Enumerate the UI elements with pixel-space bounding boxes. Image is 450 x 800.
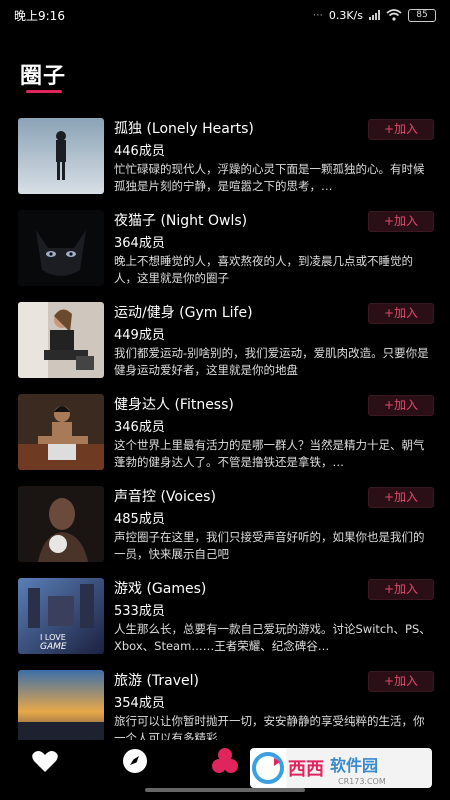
nav-item-discover[interactable] [90, 740, 180, 782]
group-item[interactable]: 健身达人 (Fitness) 346成员 这个世界上里最有活力的是哪一群人？当然… [0, 386, 450, 478]
group-member-count: 485成员 [114, 512, 165, 527]
group-name: 游戏 (Games) [114, 581, 207, 597]
status-time: 晚上9:16 [14, 8, 65, 23]
group-member-count: 449成员 [114, 328, 165, 343]
page-title: 圈子 [20, 64, 67, 89]
group-thumbnail [18, 486, 104, 562]
group-item[interactable]: 夜猫子 (Night Owls) 364成员 晚上不想睡觉的人，喜欢熬夜的人，到… [0, 202, 450, 294]
join-button[interactable]: +加入 [368, 671, 434, 692]
svg-text:西西: 西西 [288, 759, 324, 780]
join-button[interactable]: +加入 [368, 303, 434, 324]
group-name: 声音控 (Voices) [114, 489, 216, 505]
join-button[interactable]: +加入 [368, 211, 434, 232]
join-button[interactable]: +加入 [368, 119, 434, 140]
svg-text:I LOVE: I LOVE [40, 633, 66, 642]
join-button[interactable]: +加入 [368, 395, 434, 416]
status-bar: 晚上9:16 ⋯ 0.3K/s 85 [0, 0, 450, 30]
group-description: 这个世界上里最有活力的是哪一群人？当然是精力十足、朝气蓬勃的健身达人了。不管是撸… [114, 438, 425, 469]
group-description: 我们都爱运动-别啥别的，我们爱运动，爱肌肉改造。只要你是健身运动爱好者，这里就是… [114, 346, 429, 377]
nav-item-heart[interactable] [0, 740, 90, 782]
group-item[interactable]: 运动/健身 (Gym Life) 449成员 我们都爱运动-别啥别的，我们爱运动… [0, 294, 450, 386]
network-speed: 0.3K/s [328, 8, 363, 22]
svg-text:CR173.COM: CR173.COM [338, 777, 386, 786]
group-member-count: 364成员 [114, 236, 165, 251]
group-member-count: 354成员 [114, 696, 165, 711]
home-indicator[interactable] [145, 788, 305, 792]
group-thumbnail [18, 394, 104, 470]
join-button[interactable]: +加入 [368, 487, 434, 508]
group-member-count: 446成员 [114, 144, 165, 159]
group-name: 夜猫子 (Night Owls) [114, 213, 248, 229]
group-name: 孤独 (Lonely Hearts) [114, 121, 254, 137]
group-thumbnail [18, 210, 104, 286]
group-description: 声控圈子在这里，我们只接受声音好听的，如果你也是我们的一员，快来展示自己吧 [114, 530, 425, 561]
title-underline [26, 90, 62, 93]
group-description: 晚上不想睡觉的人，喜欢熬夜的人，到凌晨几点或不睡觉的人，这里就是你的圈子 [114, 254, 413, 285]
group-item[interactable]: I LOVE GAME 游戏 (Games) 533成员 人生那么长，总要有一款自… [0, 570, 450, 662]
status-indicators: ⋯ 0.3K/s 85 [312, 8, 436, 22]
compass-icon [123, 749, 147, 773]
group-item[interactable]: 孤独 (Lonely Hearts) 446成员 忙忙碌碌的现代人，浮躁的心灵下… [0, 110, 450, 202]
battery-icon: 85 [408, 8, 436, 22]
group-item[interactable]: 声音控 (Voices) 485成员 声控圈子在这里，我们只接受声音好听的，如果… [0, 478, 450, 570]
group-item[interactable]: 旅游 (Travel) 354成员 旅行可以让你暂时抛开一切，安安静静的享受纯粹… [0, 662, 450, 745]
group-thumbnail [18, 670, 104, 745]
join-button[interactable]: +加入 [368, 579, 434, 600]
svg-text:软件园: 软件园 [330, 756, 378, 775]
group-thumbnail [18, 302, 104, 378]
group-list[interactable]: 孤独 (Lonely Hearts) 446成员 忙忙碌碌的现代人，浮躁的心灵下… [0, 110, 450, 745]
group-description: 忙忙碌碌的现代人，浮躁的心灵下面是一颗孤独的心。有时候孤独是片刻的宁静，是喧嚣之… [114, 162, 425, 193]
watermark-logo: 西西 软件园 CR173.COM [250, 748, 432, 788]
group-name: 旅游 (Travel) [114, 673, 199, 689]
group-name: 运动/健身 (Gym Life) [114, 305, 253, 321]
group-member-count: 346成员 [114, 420, 165, 435]
group-member-count: 533成员 [114, 604, 165, 619]
svg-text:GAME: GAME [40, 642, 67, 652]
dots-icon: ⋯ [312, 9, 323, 21]
heart-icon [32, 751, 58, 772]
group-name: 健身达人 (Fitness) [114, 397, 234, 413]
group-thumbnail: I LOVE GAME [18, 578, 104, 654]
wifi-icon [386, 9, 402, 21]
group-thumbnail [18, 118, 104, 194]
group-description: 人生那么长，总要有一款自己爱玩的游戏。讨论Switch、PS、Xbox、Stea… [114, 622, 431, 653]
signal-icon [369, 10, 380, 20]
circles-icon [212, 748, 238, 773]
